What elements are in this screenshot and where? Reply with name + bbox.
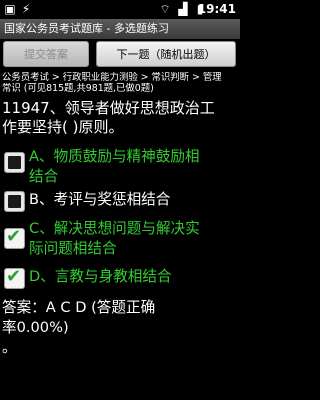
status-time: 19:41 (197, 2, 236, 16)
option-a-checkbox[interactable] (4, 152, 25, 173)
option-b-label: B、考评与奖惩相结合 (29, 190, 238, 210)
answer-line: 。 (2, 339, 17, 356)
option-d-line: D、言教与身教相结合 (29, 268, 172, 285)
checkmark-icon: ✔ (6, 226, 22, 247)
status-bar: ▣ ⚡ ⌔ ▟ ▮ 19:41 (0, 0, 240, 19)
option-a-line: 结合 (29, 168, 59, 185)
option-d-label: D、言教与身教相结合 (29, 267, 238, 287)
option-a-label: A、物质鼓励与精神鼓励相 结合 (29, 147, 238, 187)
option-d-checkbox[interactable]: ✔ (4, 266, 25, 289)
breadcrumb: 公务员考试 > 行政职业能力测验 > 常识判断 > 管理 常识 (可见815题,… (2, 72, 238, 94)
usb-icon: ⚡ (21, 2, 31, 16)
question-line: 11947、领导者做好思想政治工 (2, 99, 215, 117)
window-title: 国家公务员考试题库 - 多选题练习 (0, 19, 240, 39)
option-b-checkbox[interactable] (4, 191, 25, 212)
option-c-line: C、解决思想问题与解决实 (29, 220, 200, 237)
app-notification-icon: ▣ (4, 2, 16, 16)
option-c-line: 际问题相结合 (29, 240, 117, 257)
option-d[interactable]: ✔ D、言教与身教相结合 (4, 266, 238, 293)
option-c-checkbox[interactable]: ✔ (4, 226, 25, 249)
answer-line: 答案：A C D (答题正确 (2, 299, 156, 316)
signal-icon: ▟ (178, 2, 188, 16)
question-text: 11947、领导者做好思想政治工 作要坚持( )原则。 (2, 99, 238, 137)
wifi-icon: ⌔ (159, 2, 171, 16)
option-a-line: A、物质鼓励与精神鼓励相 (29, 148, 200, 165)
breadcrumb-progress: 常识 (可见815题,共981题,已做0题) (2, 83, 154, 94)
action-bar: 提交答案 下一题（随机出题） (0, 39, 240, 69)
answer-line: 率0.00%) (2, 319, 69, 336)
option-a[interactable]: A、物质鼓励与精神鼓励相 结合 (4, 147, 238, 189)
question-line: 作要坚持( )原则。 (2, 118, 124, 136)
option-b-line: B、考评与奖惩相结合 (29, 191, 171, 208)
answer-text: 答案：A C D (答题正确 率0.00%) 。 (2, 298, 238, 358)
option-c-label: C、解决思想问题与解决实 际问题相结合 (29, 219, 238, 259)
checkmark-icon: ✔ (6, 266, 22, 287)
option-c[interactable]: ✔ C、解决思想问题与解决实 际问题相结合 (4, 219, 238, 261)
next-question-button[interactable]: 下一题（随机出题） (96, 41, 236, 67)
submit-answer-button[interactable]: 提交答案 (3, 41, 89, 67)
option-b[interactable]: B、考评与奖惩相结合 (4, 190, 238, 216)
breadcrumb-line: 公务员考试 > 行政职业能力测验 > 常识判断 > 管理 (2, 72, 222, 83)
